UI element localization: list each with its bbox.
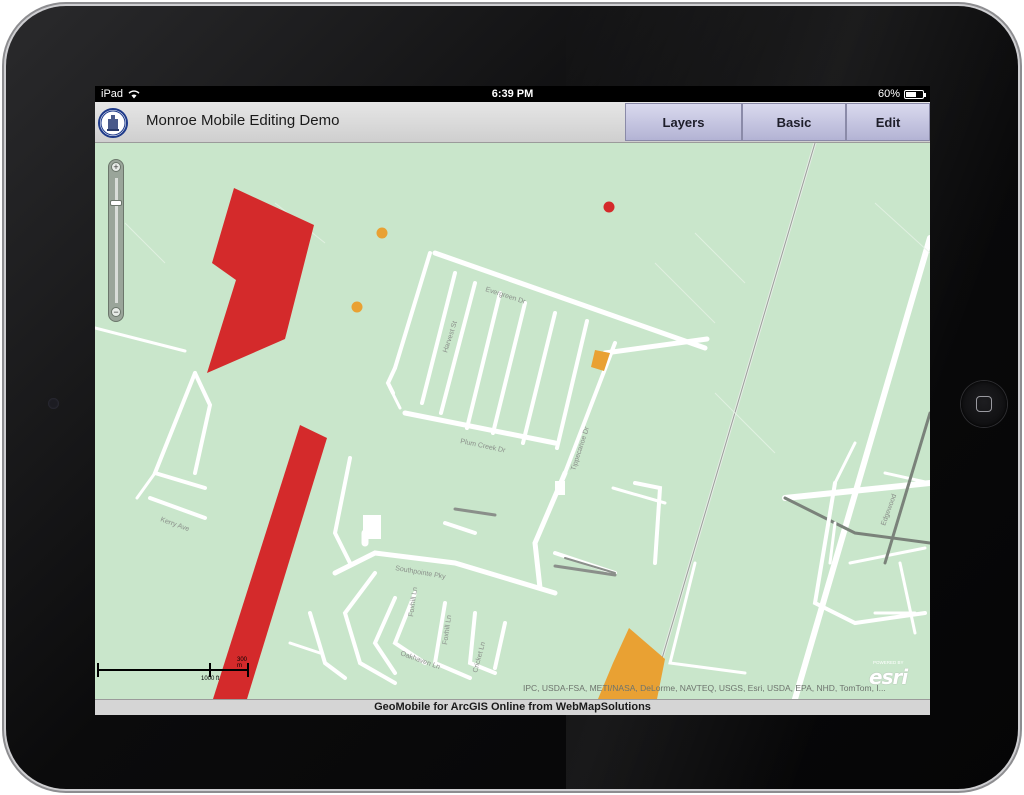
home-button[interactable] [961,381,1007,427]
street-label: Evergreen Dr [484,286,526,306]
orange-point-feature[interactable] [376,227,388,239]
orange-point-feature[interactable] [351,301,363,313]
zoom-thumb[interactable] [110,200,122,206]
app-title: Monroe Mobile Editing Demo [146,112,340,129]
scale-label-feet: 1000 ft [201,676,220,682]
battery-fill [906,91,916,97]
street-label: Foxhill Ln [408,587,419,618]
ipad-screen: iPad 6:39 PM 60% Monroe Mobile Editing D… [95,86,930,715]
map-attribution: IPC, USDA-FSA, METI/NASA, DeLorme, NAVTE… [523,683,886,693]
layers-button[interactable]: Layers [625,103,742,141]
footer-credit: GeoMobile for ArcGIS Online from WebMapS… [95,699,930,715]
scale-tick [97,663,99,677]
edit-button[interactable]: Edit [846,103,930,141]
battery-text: 60% [877,88,900,100]
app-header: Monroe Mobile Editing Demo Layers Basic … [95,102,930,143]
toolbar-tabs: Layers Basic Edit [625,103,930,141]
zoom-out-button[interactable]: − [111,307,121,317]
esri-logo[interactable]: esri [869,665,908,689]
status-time: 6:39 PM [491,88,534,100]
zoom-slider[interactable]: + − [108,159,124,322]
scale-line [97,669,249,671]
scale-label-meters: 300 m [237,657,248,669]
status-bar: iPad 6:39 PM 60% [95,86,930,102]
map-view[interactable]: Evergreen Dr Harvest St Plum Creek Dr Ti… [95,143,930,699]
home-square-icon [976,396,992,412]
red-polygon-feature[interactable] [207,188,314,373]
basic-button[interactable]: Basic [742,103,846,141]
red-point-feature[interactable] [603,201,615,213]
scale-bar: 300 m 1000 ft [97,655,249,685]
map-canvas: Evergreen Dr Harvest St Plum Creek Dr Ti… [95,143,930,699]
street-label: Kerry Ave [159,516,190,533]
battery-icon [904,89,926,99]
building [555,481,565,495]
zoom-in-button[interactable]: + [111,162,121,172]
street-label: Southpointe Pky [395,565,447,581]
road-network [95,143,930,699]
front-camera [48,398,59,409]
zoom-track[interactable] [115,178,118,303]
building [363,515,381,539]
street-label: Plum Creek Dr [460,438,507,455]
scale-tick [209,663,211,677]
street-label: Edgewood [880,493,898,527]
monroe-seal-logo [98,108,128,138]
